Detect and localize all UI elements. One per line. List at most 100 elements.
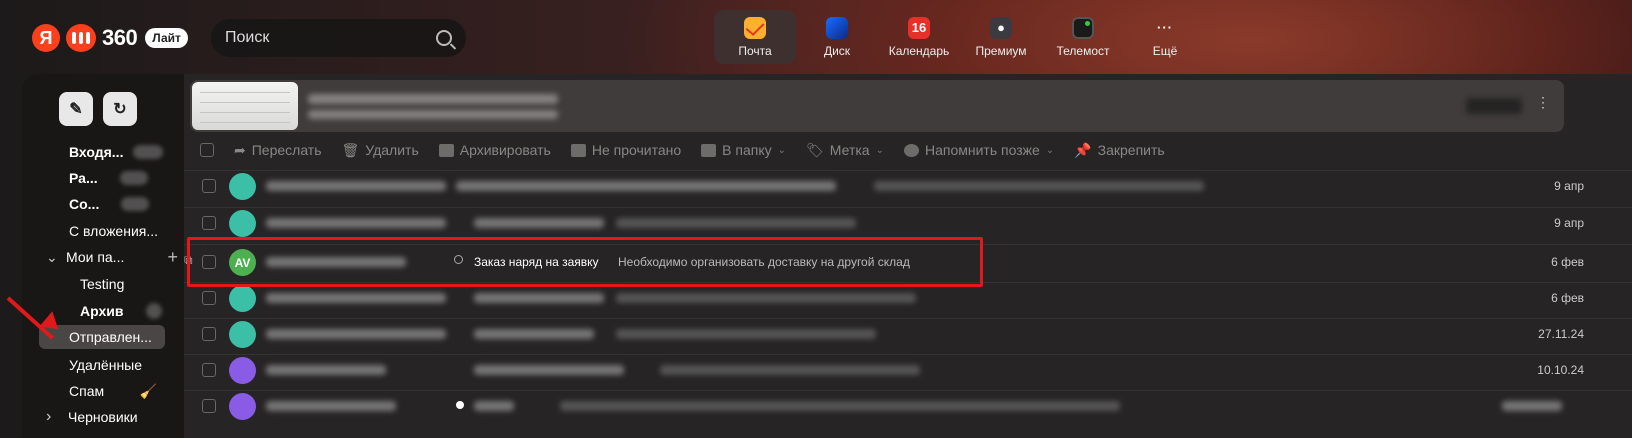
ad-menu-icon[interactable]: ⋮ [1536, 94, 1550, 111]
ad-banner[interactable]: ⋮ [190, 80, 1564, 132]
row-checkbox[interactable] [202, 216, 216, 230]
select-all-checkbox[interactable] [200, 143, 214, 157]
ad-text-blurred [308, 110, 558, 119]
search-icon[interactable] [436, 30, 452, 46]
folder-my-folders[interactable]: ⌄ Мои па... + [46, 245, 178, 269]
row-checkbox[interactable] [202, 179, 216, 193]
folder-with-attachments[interactable]: С вложения... [69, 219, 158, 243]
folder-testing-label: Testing [80, 276, 125, 292]
message-date: 6 фев [1551, 291, 1584, 305]
yandex-logo-icon: Я [32, 24, 60, 52]
row-checkbox[interactable] [202, 363, 216, 377]
message-row[interactable]: 9 апр [184, 170, 1632, 200]
service-premium-label: Премиум [975, 43, 1027, 58]
delete-button[interactable]: 🗑 Удалить [342, 142, 419, 159]
pin-label: Закрепить [1097, 142, 1165, 158]
more-icon: ··· [1157, 20, 1173, 35]
folder-archive-count [146, 303, 162, 319]
compose-icon: ✎ [69, 101, 83, 118]
add-folder-icon[interactable]: + [167, 247, 178, 268]
mark-unread-button[interactable]: Не прочитано [570, 142, 682, 158]
ad-image [192, 82, 298, 130]
forward-button[interactable]: ➦ Переслать [234, 142, 322, 159]
folder-inbox-label: Входя... [69, 144, 124, 160]
ad-button[interactable] [1466, 98, 1522, 114]
service-disk-label: Диск [823, 43, 851, 58]
folder-3-count [121, 197, 150, 211]
service-more[interactable]: ··· Ещё [1124, 10, 1206, 64]
remind-later-label: Напомнить позже [924, 142, 1040, 158]
search-box[interactable]: Поиск [211, 19, 466, 57]
message-row[interactable] [184, 390, 1632, 420]
folder-icon [701, 143, 717, 157]
refresh-icon: ↻ [113, 101, 127, 118]
folder-deleted-label: Удалённые [69, 357, 143, 373]
service-premium[interactable]: ● Премиум [960, 10, 1042, 64]
move-to-folder-button[interactable]: В папку ⌄ [701, 142, 786, 158]
row-checkbox[interactable] [202, 291, 216, 305]
sender-blurred [266, 401, 396, 411]
folder-deleted[interactable]: Удалённые [69, 353, 142, 377]
archive-label: Архивировать [459, 142, 551, 158]
folder-inbox[interactable]: Входя... [69, 140, 179, 164]
message-row[interactable]: 10.10.24 [184, 354, 1632, 384]
subject-blurred [456, 181, 836, 191]
search-input[interactable]: Поиск [225, 29, 436, 47]
service-calendar[interactable]: 16 Календарь [878, 10, 960, 64]
folder-2-label: Ра... [69, 170, 98, 186]
folder-testing[interactable]: Testing [80, 272, 124, 296]
message-date: 27.11.24 [1538, 327, 1584, 341]
row-checkbox[interactable] [202, 327, 216, 341]
row-checkbox[interactable] [202, 399, 216, 413]
folder-spam[interactable]: Спам 🧹 [69, 379, 157, 403]
service-mail[interactable]: Почта [714, 10, 796, 64]
envelope-icon [570, 143, 586, 157]
folder-archive[interactable]: Архив [80, 299, 162, 323]
pin-icon: 📌 [1074, 141, 1092, 158]
chevron-down-icon: ⌄ [777, 144, 787, 156]
broom-icon[interactable]: 🧹 [140, 383, 157, 400]
label-button[interactable]: 🏷 Метка ⌄ [806, 142, 884, 159]
chevron-down-icon[interactable]: ⌄ [46, 249, 66, 266]
delete-label: Удалить [365, 142, 419, 158]
mark-unread-label: Не прочитано [591, 142, 682, 158]
preview-blurred [616, 329, 876, 339]
sender-blurred [266, 293, 446, 303]
archive-button[interactable]: Архивировать [438, 142, 551, 158]
avatar [229, 285, 256, 312]
preview-blurred [616, 293, 916, 303]
folder-my-folders-label: Мои па... [66, 249, 125, 265]
folder-drafts[interactable]: › Черновики [46, 405, 138, 429]
top-bar: Я 360 Лайт Поиск Почта Диск 16 Календарь… [0, 0, 1632, 74]
remind-later-button[interactable]: Напомнить позже ⌄ [903, 142, 1054, 158]
forward-label: Переслать [251, 142, 322, 158]
service-telemost-label: Телемост [1056, 43, 1110, 58]
lite-badge: Лайт [145, 28, 188, 48]
preview-blurred [560, 401, 1120, 411]
chevron-down-icon: ⌄ [875, 144, 884, 156]
sender-blurred [266, 329, 446, 339]
message-toolbar: ➦ Переслать 🗑 Удалить Архивировать Не проч… [200, 136, 1165, 164]
avatar [229, 357, 256, 384]
folder-2[interactable]: Ра... [69, 166, 179, 190]
yandex-360-logo[interactable]: Я 360 Лайт [32, 24, 188, 52]
subject-blurred [474, 293, 604, 303]
folder-drafts-label: Черновики [68, 409, 138, 425]
pin-button[interactable]: 📌 Закрепить [1074, 142, 1164, 159]
ad-title-blurred [308, 94, 558, 104]
refresh-button[interactable]: ↻ [103, 92, 137, 126]
service-telemost[interactable]: Телемост [1042, 10, 1124, 64]
label-label: Метка [829, 142, 870, 158]
message-row[interactable]: 27.11.24 [184, 318, 1632, 348]
compose-button[interactable]: ✎ [59, 92, 93, 126]
trash-icon: 🗑 [341, 141, 360, 158]
folder-3[interactable]: Со... [69, 192, 179, 216]
mail-icon [744, 16, 766, 39]
archive-icon [438, 143, 454, 157]
message-row[interactable]: 9 апр [184, 207, 1632, 237]
preview-blurred [874, 181, 1204, 191]
chevron-right-icon[interactable]: › [46, 408, 68, 426]
forward-icon: ➦ [234, 141, 246, 158]
service-disk[interactable]: Диск [796, 10, 878, 64]
unread-dot-icon[interactable] [456, 401, 464, 409]
